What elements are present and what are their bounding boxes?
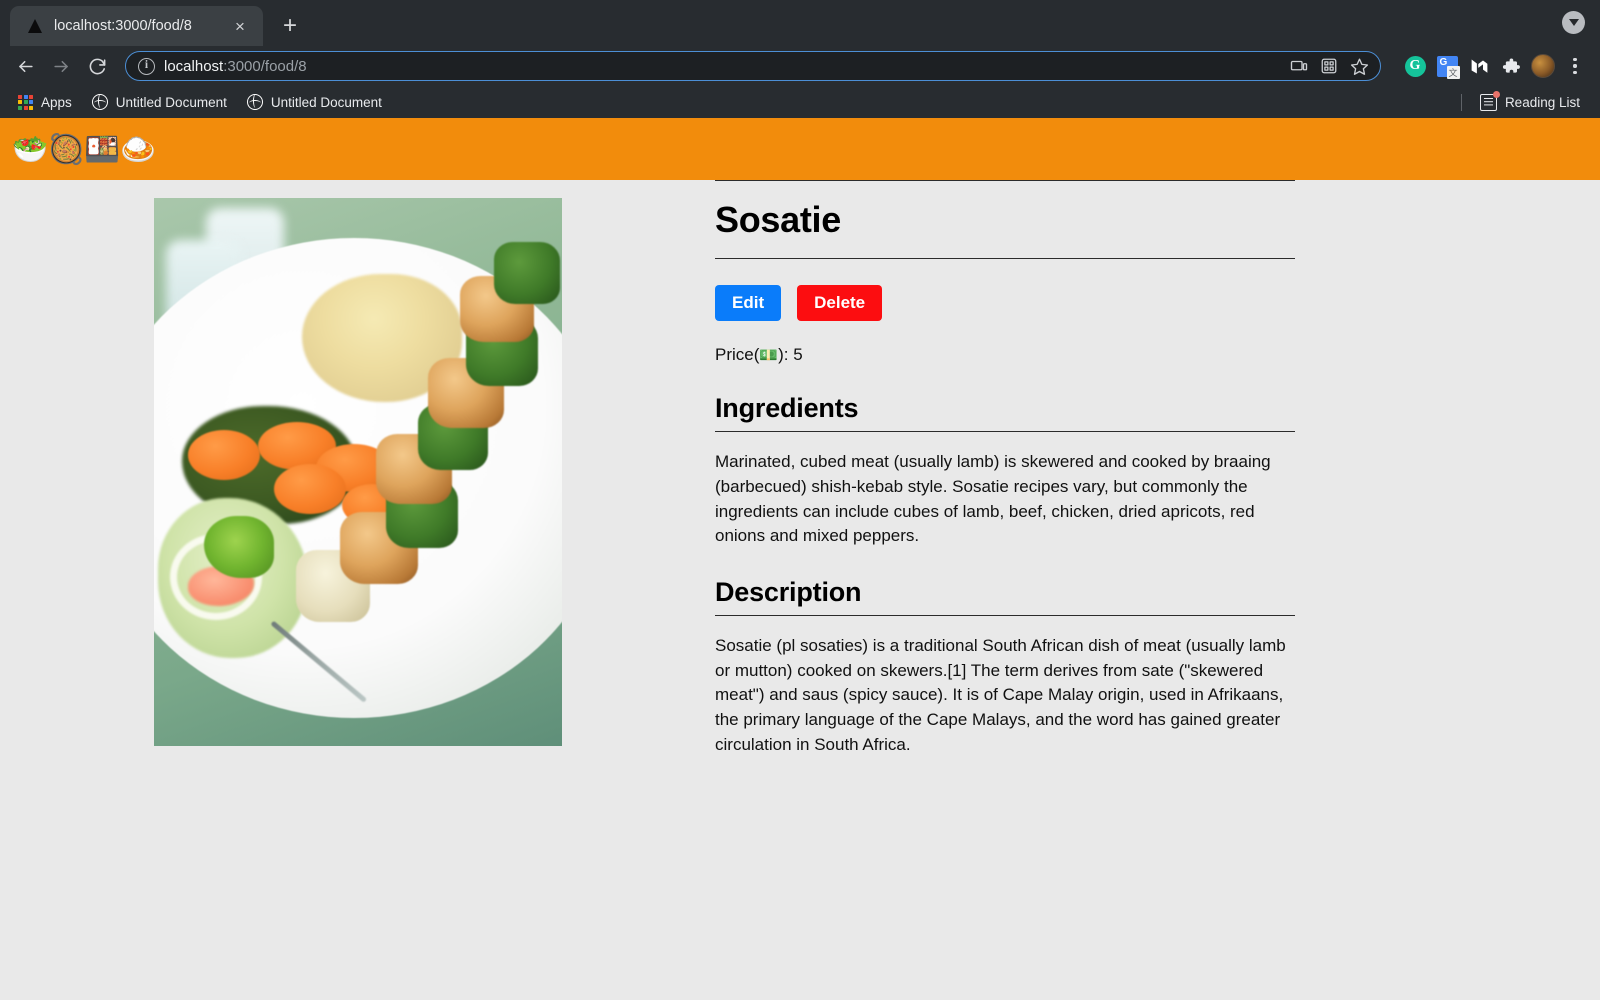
- browser-window: localhost:3000/food/8 × + i localhost:30…: [0, 0, 1600, 1000]
- carrot-slice: [273, 464, 346, 514]
- dish-photo: [153, 198, 562, 746]
- address-bar[interactable]: i localhost:3000/food/8: [125, 51, 1381, 81]
- page-viewport: 🥗 🥘 🍱 🍛 Sosatie Edit Delete Price(💵): 5 …: [0, 118, 1600, 1000]
- apps-label: Apps: [41, 94, 72, 110]
- avatar[interactable]: [1530, 53, 1556, 79]
- emoji-nav[interactable]: 🥗 🥘 🍱 🍛: [12, 134, 156, 164]
- ingredients-text: Marinated, cubed meat (usually lamb) is …: [715, 452, 1271, 546]
- price-label: Price(💵): 5: [715, 345, 1295, 365]
- reading-list-button[interactable]: Reading List: [1472, 90, 1588, 115]
- skewer-chunk: [493, 242, 560, 304]
- ingredients-rule: [715, 431, 1295, 433]
- bento-box-emoji-icon[interactable]: 🍱: [84, 134, 120, 164]
- three-dot-menu-icon[interactable]: [1562, 53, 1588, 79]
- globe-icon: [91, 94, 108, 110]
- close-icon[interactable]: ×: [229, 15, 251, 37]
- description-rule: [715, 614, 1295, 616]
- page-content: Sosatie Edit Delete Price(💵): 5 Ingredie…: [0, 180, 1600, 757]
- bookmark-item[interactable]: Untitled Document: [84, 90, 235, 114]
- bookmark-label: Untitled Document: [115, 94, 227, 110]
- chevron-down-icon: [1568, 19, 1579, 26]
- extensions-strip: G G: [1402, 53, 1588, 79]
- page-title: Sosatie: [715, 199, 841, 240]
- medium-icon[interactable]: [1466, 53, 1492, 79]
- price-suffix: ): 5: [778, 345, 803, 365]
- description-heading: Description: [715, 576, 862, 607]
- shallow-pan-emoji-icon[interactable]: 🥘: [48, 134, 84, 164]
- bookmarks-bar: Apps Untitled Document Untitled Document…: [0, 86, 1600, 118]
- cast-icon[interactable]: [1286, 53, 1312, 79]
- site-header: 🥗 🥘 🍱 🍛: [0, 118, 1600, 180]
- browser-tab[interactable]: localhost:3000/food/8 ×: [10, 6, 263, 46]
- reading-list-label: Reading List: [1504, 94, 1580, 110]
- forward-button[interactable]: [44, 49, 78, 83]
- ingredients-heading: Ingredients: [715, 393, 859, 424]
- bookmark-label: Untitled Document: [270, 94, 382, 110]
- bookmark-star-icon[interactable]: [1346, 53, 1372, 79]
- url-path: :3000/food/8: [223, 57, 307, 75]
- browser-toolbar: i localhost:3000/food/8 G 文 G: [0, 46, 1600, 86]
- curry-rice-emoji-icon[interactable]: 🍛: [120, 134, 156, 164]
- photo-column: [0, 180, 715, 757]
- salad-emoji-icon[interactable]: 🥗: [12, 134, 48, 164]
- bookmarks-bar-right: Reading List: [1460, 90, 1588, 115]
- delete-button[interactable]: Delete: [797, 285, 883, 322]
- google-translate-icon[interactable]: G: [1434, 53, 1460, 79]
- apps-shortcut[interactable]: Apps: [10, 91, 80, 114]
- reload-button[interactable]: [80, 49, 114, 83]
- title-rule-top: [715, 180, 1295, 181]
- qr-code-icon[interactable]: [1316, 53, 1342, 79]
- tab-strip: localhost:3000/food/8 × +: [0, 0, 1600, 46]
- globe-icon: [246, 94, 263, 110]
- triangle-logo-icon: [26, 18, 43, 35]
- browser-chrome: localhost:3000/food/8 × + i localhost:30…: [0, 0, 1600, 118]
- edit-button[interactable]: Edit: [715, 285, 782, 322]
- url-text: localhost:3000/food/8: [164, 58, 1277, 75]
- info-column: Sosatie Edit Delete Price(💵): 5 Ingredie…: [715, 180, 1295, 757]
- price-prefix: Price(: [715, 345, 760, 365]
- bookmark-item[interactable]: Untitled Document: [239, 90, 390, 114]
- new-tab-button[interactable]: +: [273, 9, 307, 43]
- tab-title: localhost:3000/food/8: [54, 18, 192, 34]
- tab-search-button[interactable]: [1562, 11, 1585, 34]
- extensions-puzzle-icon[interactable]: [1498, 53, 1524, 79]
- apps-grid-icon: [18, 94, 33, 110]
- banknote-emoji-icon: 💵: [759, 346, 779, 365]
- omnibox-actions: [1286, 53, 1372, 79]
- description-text: Sosatie (pl sosaties) is a traditional S…: [715, 635, 1286, 754]
- divider: [1460, 93, 1462, 111]
- reading-list-icon: [1479, 90, 1500, 111]
- url-host: localhost: [164, 57, 224, 75]
- back-button[interactable]: [8, 49, 42, 83]
- title-rule-bottom: [715, 258, 1295, 259]
- carrot-slice: [187, 430, 260, 480]
- info-circle-icon[interactable]: i: [138, 57, 155, 75]
- grammarly-icon[interactable]: G: [1402, 53, 1428, 79]
- action-buttons: Edit Delete: [715, 285, 1295, 322]
